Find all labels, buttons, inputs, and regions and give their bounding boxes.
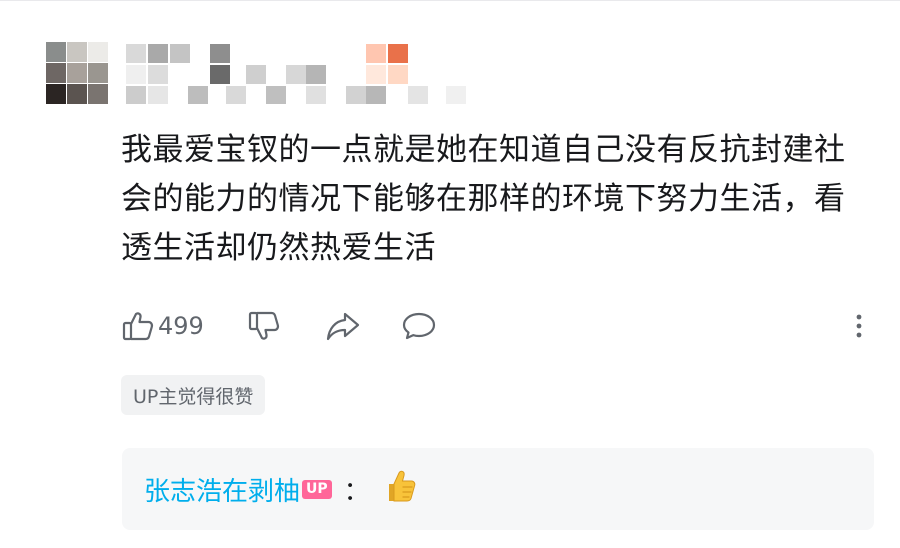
up-liked-badge: UP主觉得很赞 [121,375,266,415]
reply-colon: ： [343,476,370,507]
up-tag: UP [302,479,332,499]
comment-bubble-icon [401,309,437,343]
thumbs-down-icon [247,309,281,343]
share-icon [325,309,361,343]
username-censored[interactable] [126,44,466,104]
share-button[interactable] [325,306,361,346]
more-options-button[interactable] [849,306,869,346]
reply-item: 张志浩在剥柚 UP ： [144,469,418,509]
like-button[interactable]: 499 [121,306,204,346]
avatar[interactable] [46,42,108,104]
like-count: 499 [158,312,204,340]
reply-button[interactable] [401,306,437,346]
top-divider [0,0,900,1]
thumbs-up-emoji-icon [380,467,418,512]
comment-text: 我最爱宝钗的一点就是她在知道自己没有反抗封建社会的能力的情况下能够在那样的环境下… [121,132,846,266]
comment-actions: 499 [121,306,873,346]
reply-preview-box[interactable]: 张志浩在剥柚 UP ： [122,448,874,530]
dislike-button[interactable] [247,306,281,346]
reply-author-link[interactable]: 张志浩在剥柚 [144,471,300,508]
thumbs-up-icon [121,309,155,343]
more-vertical-icon [855,313,863,339]
